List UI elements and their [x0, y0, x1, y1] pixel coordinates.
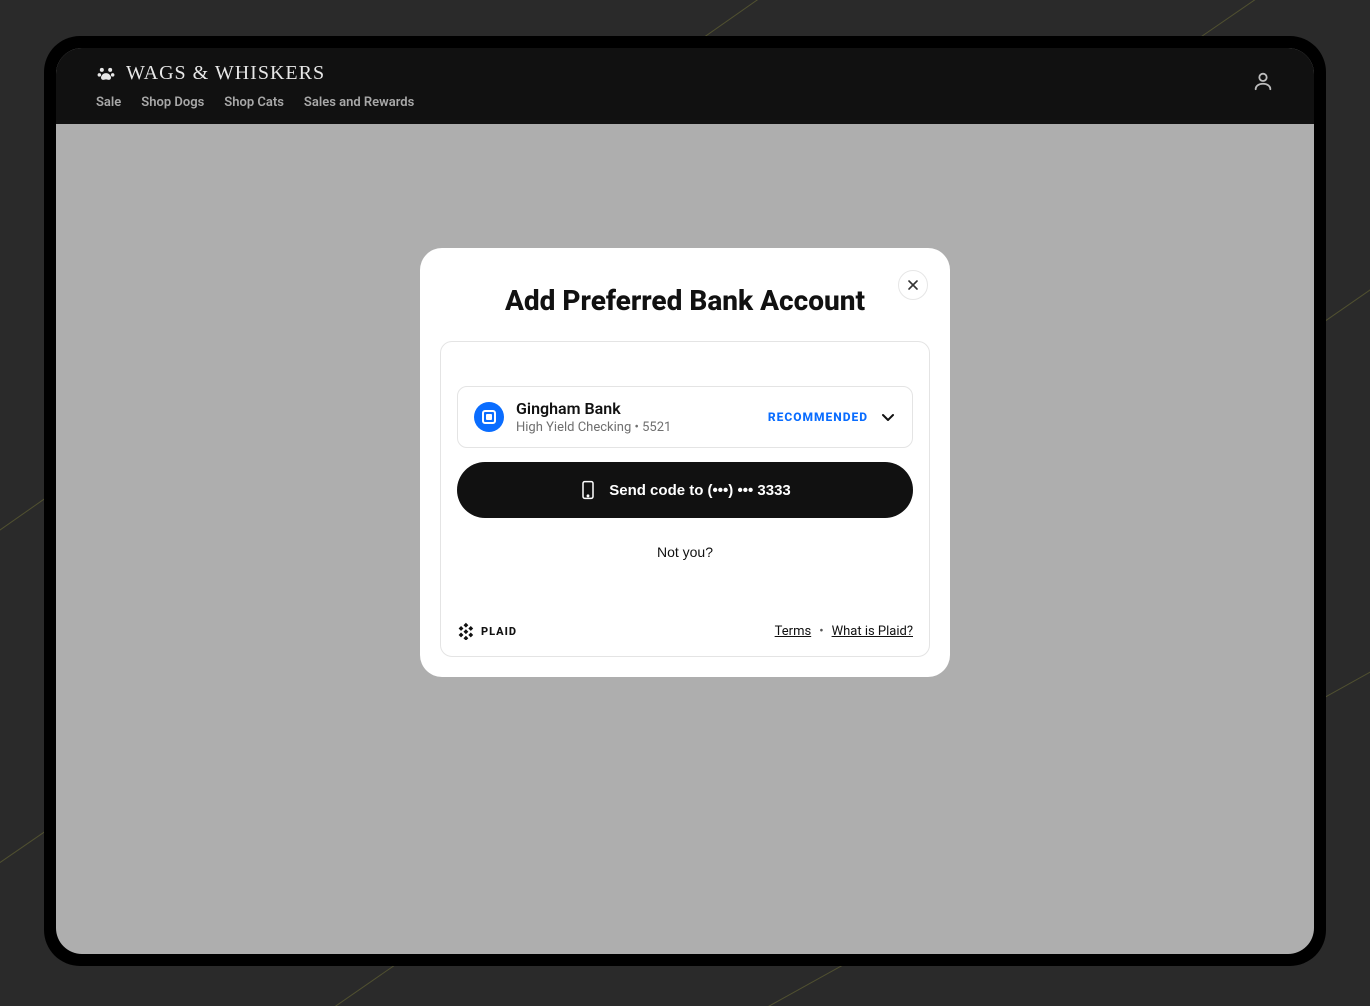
chevron-down-icon: [880, 409, 896, 425]
nav-sales-rewards[interactable]: Sales and Rewards: [304, 95, 414, 110]
send-code-label: Send code to (•••) ••• 3333: [609, 482, 791, 499]
account-button[interactable]: [1252, 62, 1274, 96]
bank-account-subtitle: High Yield Checking • 5521: [516, 420, 756, 435]
recommended-badge: RECOMMENDED: [768, 410, 868, 424]
user-icon: [1252, 70, 1274, 92]
paw-icon: [96, 64, 116, 84]
terms-link[interactable]: Terms: [775, 624, 812, 639]
brand[interactable]: WAGS & WHISKERS: [96, 62, 414, 85]
modal-title: Add Preferred Bank Account: [440, 284, 930, 317]
plaid-logo-icon: [457, 622, 475, 640]
bank-logo-icon: [474, 402, 504, 432]
card-footer: PLAID Terms • What is Plaid?: [457, 622, 913, 640]
add-bank-modal: Add Preferred Bank Account Gingham Bank …: [420, 248, 950, 677]
phone-icon: [579, 480, 597, 500]
close-button[interactable]: [898, 270, 928, 300]
send-code-button[interactable]: Send code to (•••) ••• 3333: [457, 462, 913, 518]
nav-shop-dogs[interactable]: Shop Dogs: [141, 95, 204, 110]
close-icon: [907, 279, 919, 291]
what-is-plaid-link[interactable]: What is Plaid?: [832, 624, 913, 639]
bank-account-row[interactable]: Gingham Bank High Yield Checking • 5521 …: [457, 386, 913, 448]
brand-title: WAGS & WHISKERS: [126, 62, 325, 85]
tablet-frame: WAGS & WHISKERS Sale Shop Dogs Shop Cats…: [44, 36, 1326, 966]
primary-nav: Sale Shop Dogs Shop Cats Sales and Rewar…: [96, 95, 414, 110]
nav-sale[interactable]: Sale: [96, 95, 121, 110]
bank-name: Gingham Bank: [516, 399, 756, 418]
bank-card: Gingham Bank High Yield Checking • 5521 …: [440, 341, 930, 657]
separator-dot: •: [819, 624, 823, 639]
site-header: WAGS & WHISKERS Sale Shop Dogs Shop Cats…: [56, 48, 1314, 124]
not-you-button[interactable]: Not you?: [457, 532, 913, 572]
plaid-brand: PLAID: [457, 622, 517, 640]
tablet-screen: WAGS & WHISKERS Sale Shop Dogs Shop Cats…: [56, 48, 1314, 954]
nav-shop-cats[interactable]: Shop Cats: [224, 95, 284, 110]
plaid-label: PLAID: [481, 625, 517, 638]
